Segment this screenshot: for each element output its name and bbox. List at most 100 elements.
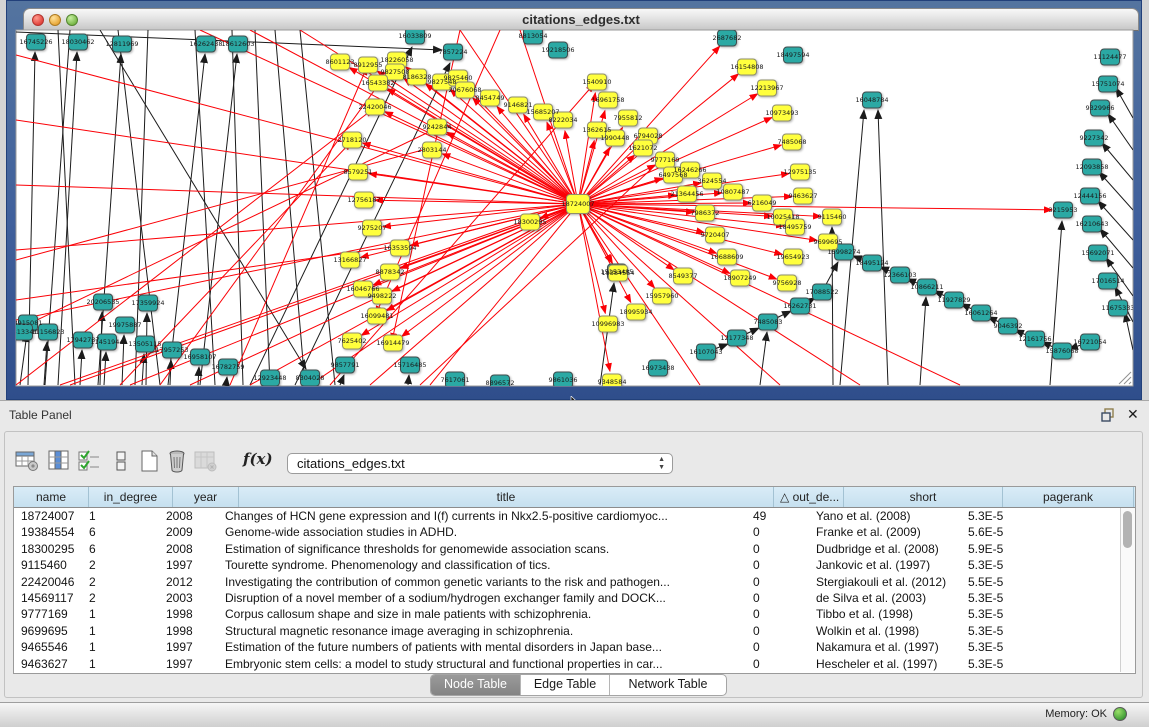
table-cell: 5.3E-5	[961, 656, 1085, 672]
graph-node-label: 9463627	[789, 192, 818, 200]
graph-node-label: 15751074	[1091, 80, 1124, 88]
graph-node-label: 16262731	[783, 302, 816, 310]
table-row[interactable]: 1872400712008Changes of HCN gene express…	[14, 508, 1135, 524]
table-row[interactable]: 2242004622012Investigating the contribut…	[14, 574, 1135, 590]
graph-node-label: 18030462	[61, 38, 94, 46]
tab-network-table[interactable]: Network Table	[610, 675, 726, 695]
column-header[interactable]: title	[239, 487, 774, 507]
tab-edge-table[interactable]: Edge Table	[521, 675, 610, 695]
graph-node-label: 16721054	[1073, 338, 1106, 346]
graph-node-label: 13166827	[333, 256, 366, 264]
graph-node-label: 8912955	[354, 61, 383, 69]
table-cell: Wolkin et al. (1998)	[809, 623, 961, 639]
graph-node-label: 3624554	[698, 177, 727, 185]
graph-node-label: 8304028	[296, 374, 325, 382]
table-cell: Franke et al. (2009)	[809, 524, 961, 540]
table-mode-icon[interactable]	[14, 449, 40, 473]
delete-column-icon[interactable]	[164, 449, 190, 473]
tab-node-table[interactable]: Node Table	[431, 675, 521, 695]
graph-node-label: 7617061	[441, 376, 470, 384]
graph-node-label: 21364456	[670, 190, 703, 198]
graph-node-label: 16782759	[211, 363, 244, 371]
table-row[interactable]: 977716911998Corpus callosum shape and si…	[14, 606, 1135, 622]
close-panel-icon[interactable]: ✕	[1127, 406, 1139, 423]
table-row[interactable]: 911546021997Tourette syndrome. Phenomeno…	[14, 557, 1135, 573]
graph-node-label: 18226058	[380, 56, 413, 64]
graph-node-label: 16033809	[398, 32, 431, 40]
graph-node-label: 18995934	[619, 308, 652, 316]
graph-node-label: 12975135	[783, 168, 816, 176]
table-cell: Genome-wide association studies in ADHD.	[218, 524, 746, 540]
table-cell: Dudbridge et al. (2008)	[809, 541, 961, 557]
graph-node-label: 17088522	[805, 288, 838, 296]
table-cell: Tourette syndrome. Phenomenology and cla…	[218, 557, 746, 573]
table-cell: 6	[82, 524, 159, 540]
table-cell: 5.3E-5	[961, 639, 1085, 655]
graph-node-label: 18612603	[221, 40, 254, 48]
new-column-icon[interactable]	[136, 449, 162, 473]
table-cell: Estimation of significance thresholds fo…	[218, 541, 746, 557]
graph-node-label: 9699695	[814, 238, 843, 246]
table-row[interactable]: 1938455462009Genome-wide association stu…	[14, 524, 1135, 540]
network-canvas[interactable]: 1674522618030462128119691626243818612603…	[0, 0, 1149, 400]
column-header[interactable]: name	[14, 487, 89, 507]
graph-node-label: 11927829	[937, 296, 970, 304]
table-cell: 0	[746, 656, 809, 672]
table-cell: 49	[746, 508, 809, 524]
graph-node-label: 10025418	[766, 213, 799, 221]
scrollbar-thumb[interactable]	[1123, 511, 1132, 548]
graph-node-label: 6216049	[748, 199, 777, 207]
show-columns-icon[interactable]	[46, 449, 72, 473]
graph-node-label: 9275207	[358, 224, 387, 232]
graph-node-label: 22420046	[358, 103, 391, 111]
graph-node-label: 10973493	[765, 109, 798, 117]
table-cell: Yano et al. (2008)	[809, 508, 961, 524]
column-header[interactable]: in_degree	[89, 487, 173, 507]
graph-node-label: 6794028	[634, 132, 663, 140]
graph-node-label: 16958107	[183, 353, 216, 361]
table-cell: 2008	[159, 508, 218, 524]
float-panel-icon[interactable]	[1101, 408, 1116, 422]
graph-node-label: 16210643	[1075, 220, 1108, 228]
graph-node-label: 9857791	[331, 361, 360, 369]
table-cell: 14569117	[14, 590, 82, 606]
graph-node-label: 17359924	[131, 299, 164, 307]
table-row[interactable]: 969969511998Structural magnetic resonanc…	[14, 623, 1135, 639]
table-cell: 9465546	[14, 639, 82, 655]
table-cell: Estimation of the future numbers of pati…	[218, 639, 746, 655]
table-cell: 9463627	[14, 656, 82, 672]
table-row[interactable]: 1456911722003Disruption of a novel membe…	[14, 590, 1135, 606]
graph-node-label: 7857224	[439, 48, 468, 56]
graph-node-label: 1990448	[601, 134, 630, 142]
select-all-icon[interactable]	[76, 449, 102, 473]
table-header-row: namein_degreeyeartitle△ out_de...shortpa…	[14, 487, 1135, 508]
graph-node-label: 2803144	[418, 146, 447, 154]
graph-node-label: 8454749	[476, 94, 505, 102]
graph-node-label: 9825460	[444, 74, 473, 82]
table-cell: 0	[746, 541, 809, 557]
table-cell: 2	[82, 574, 159, 590]
graph-node-label: 18497594	[776, 51, 809, 59]
table-cell: 0	[746, 590, 809, 606]
column-header[interactable]: short	[844, 487, 1003, 507]
table-cell: 5.9E-5	[961, 541, 1085, 557]
graph-node-label: 16107043	[689, 348, 722, 356]
graph-node-label: 16973438	[641, 364, 674, 372]
vertical-scrollbar[interactable]	[1120, 508, 1135, 672]
graph-node-label: 16154808	[730, 63, 763, 71]
function-builder-icon[interactable]: f(x)	[243, 450, 273, 468]
graph-node-label: 15876068	[1045, 347, 1078, 355]
graph-node-label: 16061264	[964, 309, 997, 317]
table-row[interactable]: 946362711997Embryonic stem cells: a mode…	[14, 656, 1135, 672]
column-header[interactable]: year	[173, 487, 239, 507]
column-header[interactable]: pagerank	[1003, 487, 1134, 507]
graph-node-label: 1540910	[583, 78, 612, 86]
table-cell: Tibbo et al. (1998)	[809, 606, 961, 622]
table-selector-dropdown[interactable]: citations_edges.txt ▲▼	[287, 453, 673, 474]
graph-node-label: 11124477	[1093, 53, 1126, 61]
graph-node-label: 16745226	[19, 38, 52, 46]
table-row[interactable]: 946554611997Estimation of the future num…	[14, 639, 1135, 655]
column-header[interactable]: △ out_de...	[774, 487, 844, 507]
clear-selection-icon[interactable]	[108, 449, 134, 473]
table-row[interactable]: 1830029562008Estimation of significance …	[14, 541, 1135, 557]
